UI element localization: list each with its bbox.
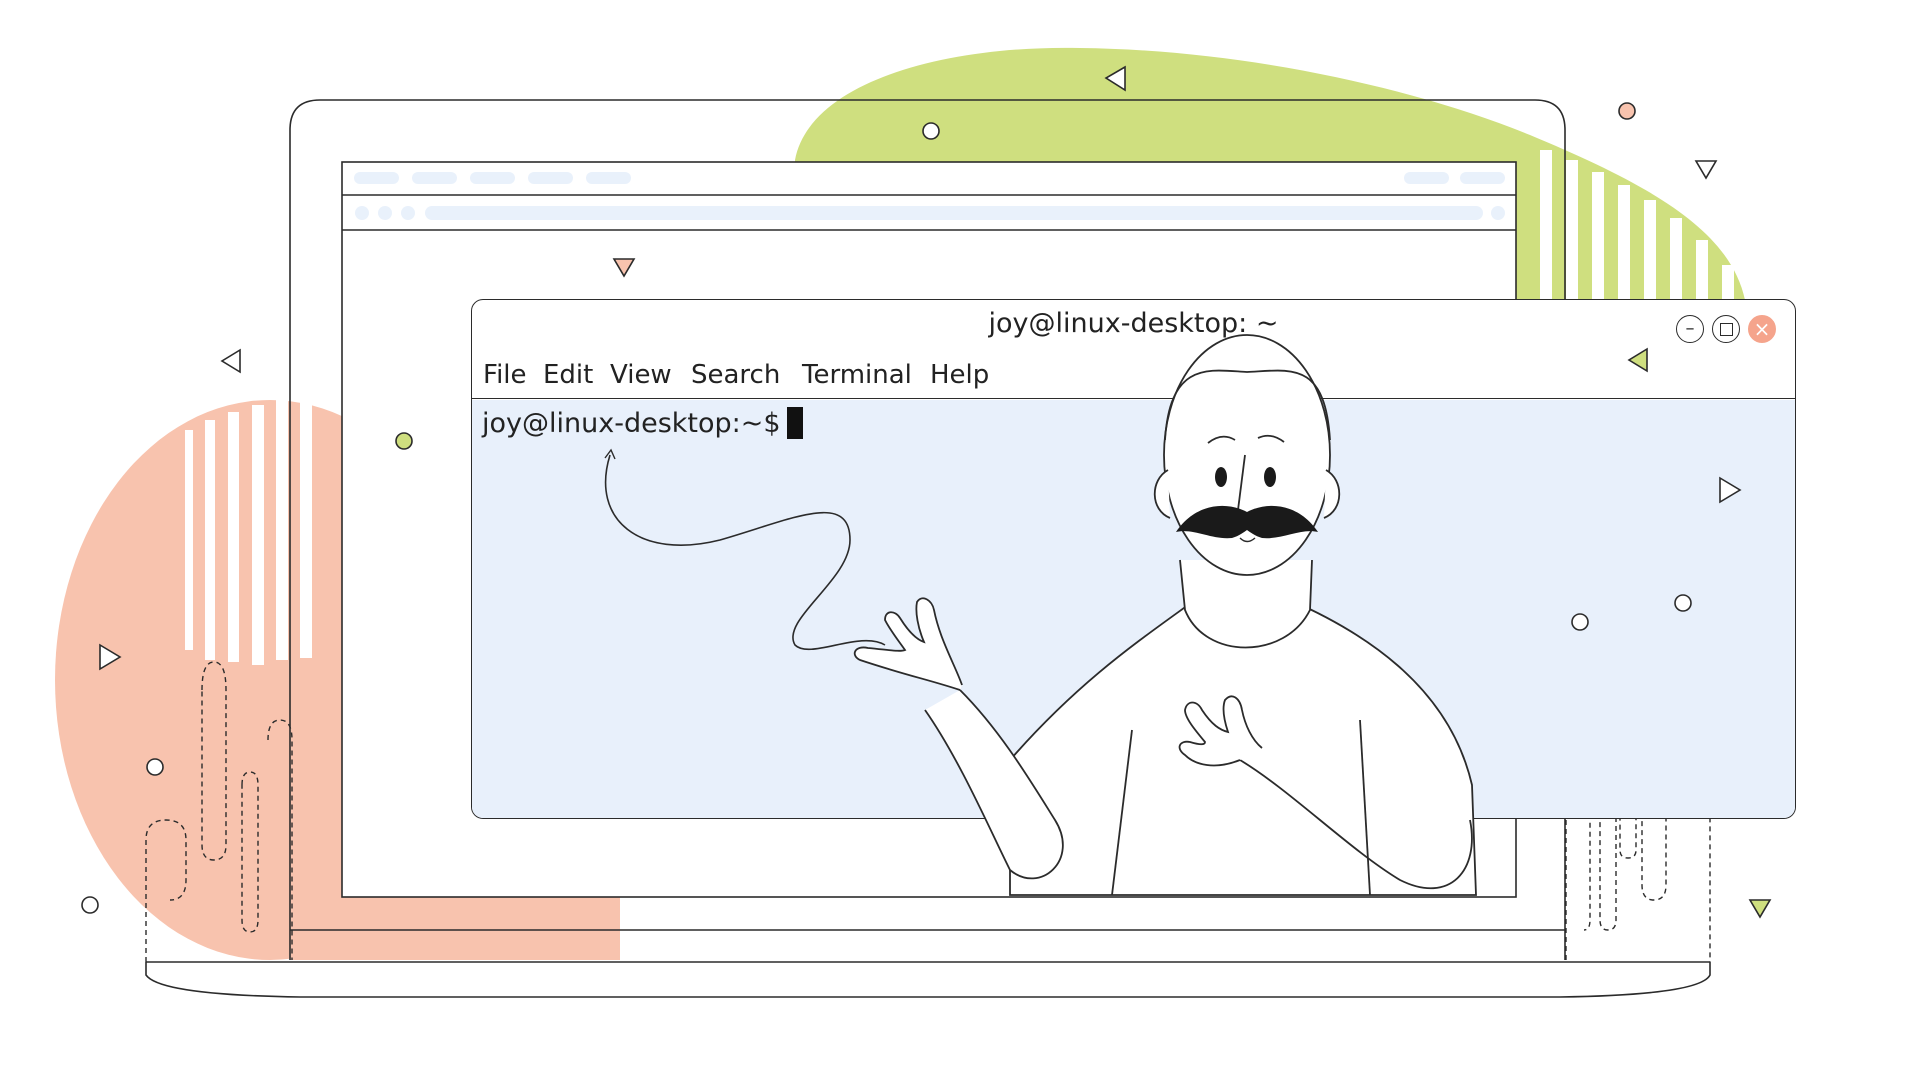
terminal-window[interactable]: joy@linux-desktop: ~ – × File Edit View …: [471, 299, 1796, 819]
terminal-body[interactable]: joy@linux-desktop:~$: [472, 400, 1795, 818]
maximize-button[interactable]: [1712, 315, 1740, 343]
minimize-icon: –: [1685, 318, 1695, 339]
illustration-stage: joy@linux-desktop: ~ – × File Edit View …: [0, 0, 1920, 1080]
close-button[interactable]: ×: [1748, 315, 1776, 343]
menu-edit[interactable]: Edit: [543, 360, 593, 390]
menu-file[interactable]: File: [483, 360, 527, 390]
shell-prompt: joy@linux-desktop:~$: [482, 407, 781, 439]
menu-help[interactable]: Help: [930, 360, 989, 390]
minimize-button[interactable]: –: [1676, 315, 1704, 343]
menu-view[interactable]: View: [610, 360, 672, 390]
close-icon: ×: [1753, 317, 1771, 341]
menu-bar: File Edit View Search Terminal Help: [472, 358, 1795, 399]
menu-search[interactable]: Search: [691, 360, 780, 390]
maximize-icon: [1719, 322, 1733, 336]
window-title: joy@linux-desktop: ~: [988, 308, 1279, 339]
prompt-line[interactable]: joy@linux-desktop:~$: [482, 407, 803, 439]
text-cursor: [786, 407, 803, 439]
menu-terminal[interactable]: Terminal: [802, 360, 912, 390]
terminal-titlebar[interactable]: joy@linux-desktop: ~ – ×: [472, 300, 1795, 350]
